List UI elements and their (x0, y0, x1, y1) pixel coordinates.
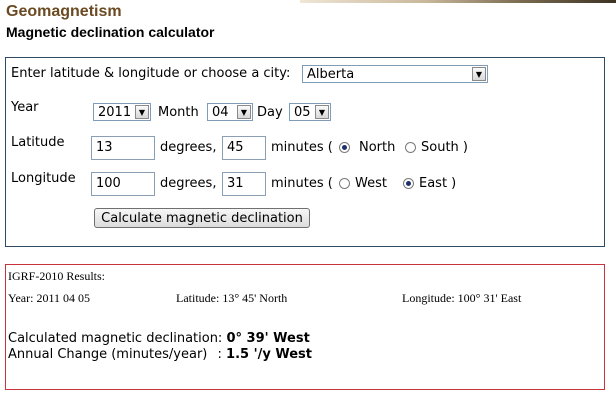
year-select-value: 2011 (98, 104, 132, 120)
latitude-minutes-input[interactable]: 45 (222, 136, 266, 160)
north-radio[interactable] (339, 142, 350, 153)
annual-change-row: Annual Change (minutes/year) : 1.5 '/y W… (8, 347, 312, 362)
chevron-down-icon: ▼ (237, 105, 251, 119)
page-subtitle: Magnetic declination calculator (6, 24, 215, 40)
declination-label: Calculated magnetic declination: (8, 331, 223, 346)
east-radio[interactable] (403, 178, 414, 189)
annual-change-label: Annual Change (minutes/year) (8, 347, 208, 362)
city-prompt-label: Enter latitude & longitude or choose a c… (11, 66, 291, 81)
results-latitude: Latitude: 13° 45' North (176, 291, 288, 305)
header-banner-strip (300, 0, 616, 3)
results-heading: IGRF-2010 Results: (8, 269, 106, 283)
declination-value: 0° 39' West (226, 331, 310, 346)
month-select-value: 04 (212, 104, 229, 120)
month-label: Month (158, 105, 199, 120)
results-panel: IGRF-2010 Results: Year: 2011 04 05 Lati… (5, 264, 605, 390)
year-label: Year (11, 100, 39, 115)
calculate-button[interactable]: Calculate magnetic declination (94, 208, 310, 228)
longitude-degrees-label: degrees, (160, 176, 217, 191)
city-select[interactable]: Alberta ▼ (302, 65, 488, 83)
day-label: Day (257, 105, 283, 120)
latitude-label: Latitude (11, 135, 65, 150)
longitude-minutes-label: minutes ( (271, 176, 333, 191)
longitude-minutes-input[interactable]: 31 (222, 172, 266, 196)
results-longitude: Longitude: 100° 31' East (402, 291, 522, 305)
west-label: West (355, 176, 387, 191)
year-select[interactable]: 2011 ▼ (93, 103, 151, 121)
latitude-degrees-input[interactable]: 13 (91, 136, 155, 160)
declination-row: Calculated magnetic declination: 0° 39' … (8, 331, 310, 346)
chevron-down-icon: ▼ (315, 105, 329, 119)
east-label: East ) (419, 176, 457, 191)
west-radio[interactable] (339, 178, 350, 189)
latitude-degrees-label: degrees, (160, 140, 217, 155)
latitude-minutes-label: minutes ( (271, 140, 333, 155)
chevron-down-icon: ▼ (135, 105, 149, 119)
chevron-down-icon: ▼ (472, 67, 486, 81)
longitude-label: Longitude (11, 171, 76, 186)
page-title: Geomagnetism (6, 3, 122, 20)
annual-change-value: 1.5 '/y West (226, 347, 312, 362)
city-select-value: Alberta (307, 66, 355, 82)
calculator-form: Enter latitude & longitude or choose a c… (5, 57, 605, 247)
south-label: South ) (421, 140, 468, 155)
results-date: Year: 2011 04 05 (8, 291, 91, 305)
annual-change-separator: : (217, 347, 222, 362)
day-select[interactable]: 05 ▼ (289, 103, 331, 121)
day-select-value: 05 (294, 104, 311, 120)
north-label: North (359, 140, 396, 155)
month-select[interactable]: 04 ▼ (207, 103, 253, 121)
south-radio[interactable] (405, 142, 416, 153)
longitude-degrees-input[interactable]: 100 (91, 172, 155, 196)
